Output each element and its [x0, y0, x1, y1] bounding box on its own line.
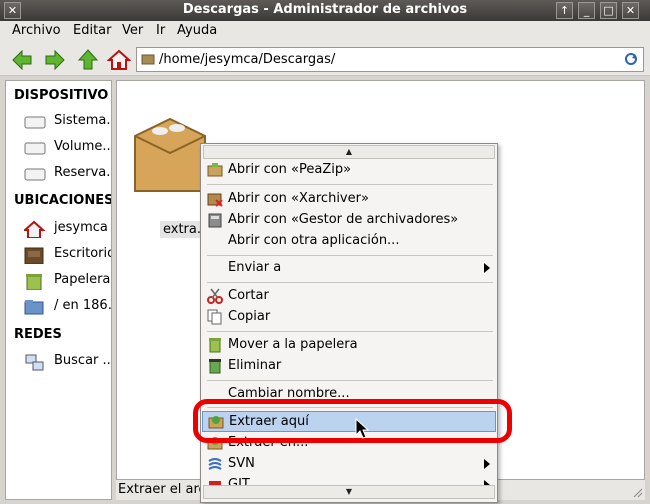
title-bar: ✕ Descargas - Administrador de archivos … — [0, 0, 650, 21]
menu-ayuda[interactable]: Ayuda — [177, 23, 217, 38]
menu-item-cortar[interactable]: Cortar — [202, 286, 496, 307]
drive-icon — [24, 142, 46, 155]
network-icon — [25, 354, 44, 371]
menu-item-copiar[interactable]: Copiar — [202, 307, 496, 328]
close-button[interactable]: ✕ — [622, 2, 639, 19]
sidebar-item-label: Escritorio — [54, 246, 112, 261]
devices-header: DISPOSITIVO — [14, 88, 109, 103]
places-header: UBICACIONES — [14, 193, 112, 208]
submenu-arrow-icon — [484, 263, 490, 273]
menu-bar: Archivo Editar Ver Ir Ayuda — [0, 21, 650, 43]
reload-icon — [625, 53, 637, 65]
up-button[interactable] — [76, 48, 100, 72]
back-arrow-icon — [12, 49, 32, 71]
annotation-highlight-ring — [193, 399, 512, 443]
forward-button[interactable] — [43, 48, 67, 72]
menu-item-svn[interactable]: SVN — [202, 454, 496, 475]
sidebar-item-label: Volume... — [54, 139, 112, 154]
desktop-icon — [24, 247, 44, 264]
menu-item-label: Cortar — [228, 288, 269, 303]
window-title: Descargas - Administrador de archivos — [182, 2, 468, 17]
menu-item-mover-papelera[interactable]: Mover a la papelera — [202, 335, 496, 356]
menu-separator — [207, 282, 493, 283]
resize-grip-icon — [633, 488, 643, 498]
sidebar-item-label: Reserva... — [54, 165, 111, 180]
menu-item-abrir-peazip[interactable]: Abrir con «PeaZip» — [202, 160, 496, 181]
menu-item-label: Eliminar — [228, 358, 282, 373]
menu-item-abrir-xarchiver[interactable]: Abrir con «Xarchiver» — [202, 189, 496, 210]
shade-button[interactable]: ↑ — [556, 2, 573, 19]
network-header: REDES — [14, 327, 62, 342]
menu-item-abrir-gestor[interactable]: Abrir con «Gestor de archivadores» — [202, 210, 496, 231]
toolbar: /home/jesymca/Descargas/ — [0, 43, 650, 76]
delete-icon — [209, 359, 221, 374]
sidebar-item-label: Sistema... — [54, 113, 111, 128]
scissors-icon — [207, 288, 223, 304]
menu-separator — [207, 255, 493, 256]
drive-icon — [24, 116, 46, 129]
home-button[interactable] — [106, 48, 132, 72]
maximize-button[interactable]: □ — [600, 2, 617, 19]
menu-item-enviar-a[interactable]: Enviar a — [202, 258, 496, 279]
network-folder-icon — [24, 300, 44, 315]
sidebar-item-label: Papelera — [54, 272, 111, 287]
home-icon — [106, 49, 132, 70]
drive-icon — [24, 168, 46, 181]
peazip-icon — [207, 163, 223, 177]
menu-item-label: Abrir con «Xarchiver» — [228, 191, 369, 206]
up-arrow-icon — [77, 49, 99, 70]
menu-item-label: Enviar a — [228, 260, 282, 275]
minimize-button[interactable]: _ — [578, 2, 595, 19]
location-path[interactable]: /home/jesymca/Descargas/ — [159, 52, 335, 67]
menu-item-label: Mover a la papelera — [228, 337, 358, 352]
menu-separator — [207, 184, 493, 185]
sidebar-item-label: jesymca — [54, 220, 108, 235]
sidebar-item-label: Buscar ... — [54, 353, 112, 368]
trash-icon — [26, 274, 42, 290]
menu-separator — [207, 380, 493, 381]
menu-item-label: Copiar — [228, 309, 271, 324]
menu-archivo[interactable]: Archivo — [12, 23, 61, 38]
menu-item-label: Abrir con otra aplicación... — [228, 233, 400, 248]
menu-item-label: SVN — [228, 456, 255, 471]
archive-manager-icon — [208, 213, 222, 228]
menu-item-abrir-otra[interactable]: Abrir con otra aplicación... — [202, 231, 496, 252]
trash-icon — [209, 338, 221, 353]
menu-item-eliminar[interactable]: Eliminar — [202, 356, 496, 377]
menu-separator — [207, 331, 493, 332]
submenu-arrow-icon — [484, 459, 490, 469]
copy-icon — [207, 309, 222, 325]
folder-icon — [141, 54, 155, 65]
xarchiver-icon — [207, 193, 223, 207]
menu-item-label: Abrir con «Gestor de archivadores» — [228, 212, 459, 227]
menu-editar[interactable]: Editar — [73, 23, 112, 38]
context-menu: ▲ Abrir con «PeaZip» Abrir con «Xarchive… — [200, 143, 498, 503]
status-text: Extraer el arc — [118, 482, 206, 497]
scroll-down-arrow-icon[interactable]: ▼ — [203, 485, 495, 499]
forward-arrow-icon — [45, 49, 65, 71]
sidebar: DISPOSITIVO Sistema... Volume... Reserva… — [5, 80, 112, 500]
back-button[interactable] — [10, 48, 34, 72]
menu-ir[interactable]: Ir — [156, 23, 165, 38]
file-name-label[interactable]: extra. — [160, 221, 205, 238]
mouse-pointer-icon — [355, 418, 369, 439]
home-icon — [24, 220, 46, 238]
scroll-up-arrow-icon[interactable]: ▲ — [203, 145, 495, 159]
menu-item-label: Abrir con «PeaZip» — [228, 162, 352, 177]
svn-icon — [208, 458, 222, 470]
menu-ver[interactable]: Ver — [122, 23, 143, 38]
sidebar-item-label: / en 186. — [54, 298, 112, 313]
location-bar[interactable]: /home/jesymca/Descargas/ — [136, 47, 644, 72]
